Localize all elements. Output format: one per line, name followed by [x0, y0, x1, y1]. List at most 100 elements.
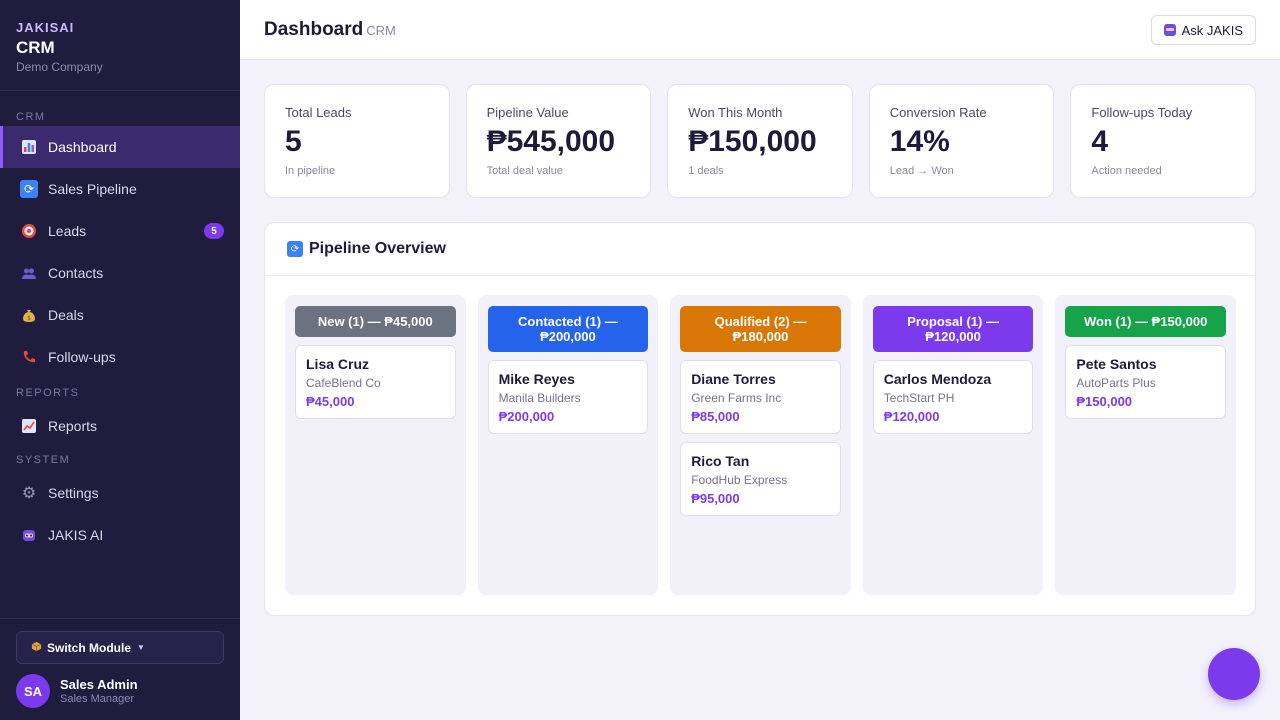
deal-amount: ₱150,000 [1076, 394, 1133, 409]
nav-item-reports[interactable]: Reports [0, 405, 240, 447]
stat-value: 14% [889, 125, 950, 158]
sidebar: JAKISAI CRM Demo Company CRM Dashboard ⟳… [0, 0, 240, 720]
page-title-text: Dashboard [264, 19, 364, 40]
pipeline-column-won: Won (1) — ₱150,000 Pete Santos AutoParts… [1055, 295, 1236, 595]
column-header: Qualified (2) — ₱180,000 [680, 306, 841, 352]
user-profile[interactable]: SA Sales Admin Sales Manager [16, 674, 138, 708]
pipeline-board: New (1) — ₱45,000 Lisa Cruz CafeBlend Co… [285, 295, 1236, 595]
pipeline-column-new: New (1) — ₱45,000 Lisa Cruz CafeBlend Co… [285, 295, 466, 595]
nav-section-reports: REPORTS [16, 387, 80, 399]
deal-contact: Lisa Cruz [306, 356, 370, 372]
caret-down-icon: ▼ [137, 643, 145, 652]
stat-label: Won This Month [688, 105, 783, 120]
robot-icon [1163, 24, 1176, 36]
deal-card[interactable]: Carlos Mendoza TechStart PH ₱120,000 [872, 360, 1034, 434]
nav-label: Contacts [48, 265, 104, 281]
ask-jakis-label: Ask JAKIS [1181, 22, 1243, 38]
money-bag-icon: $ [20, 306, 38, 324]
floating-action-button[interactable] [1208, 648, 1260, 700]
nav-label: JAKIS AI [48, 527, 104, 543]
nav-section-system: SYSTEM [16, 454, 71, 466]
stat-note: Lead → Won [889, 165, 954, 177]
company-name: Demo Company [16, 60, 103, 74]
deal-company: AutoParts Plus [1076, 376, 1156, 390]
deal-amount: ₱95,000 [691, 491, 740, 506]
people-icon [20, 264, 38, 282]
deal-company: Manila Builders [498, 391, 581, 405]
nav-label: Deals [48, 307, 84, 323]
deal-card[interactable]: Rico Tan FoodHub Express ₱95,000 [680, 442, 841, 516]
panel-header: ⟳ Pipeline Overview [265, 223, 1255, 276]
phone-icon [20, 348, 38, 366]
ask-jakis-button[interactable]: Ask JAKIS [1150, 15, 1256, 45]
sidebar-footer: Switch Module ▼ SA Sales Admin Sales Man… [0, 618, 240, 720]
nav-section-crm: CRM [16, 111, 46, 123]
stat-value: 4 [1091, 125, 1109, 158]
nav-label: Settings [48, 485, 99, 501]
deal-contact: Carlos Mendoza [883, 371, 992, 387]
robot-icon [20, 526, 38, 544]
column-header: Won (1) — ₱150,000 [1065, 306, 1226, 337]
deal-contact: Pete Santos [1076, 356, 1157, 372]
deal-amount: ₱120,000 [883, 409, 940, 424]
nav-label: Leads [48, 223, 87, 239]
brand: JAKISAI CRM Demo Company [0, 0, 240, 91]
nav-item-dashboard[interactable]: Dashboard [0, 126, 240, 168]
deal-contact: Mike Reyes [498, 371, 575, 387]
stats-row: Total Leads 5 In pipeline Pipeline Value… [264, 84, 1256, 198]
deal-contact: Rico Tan [691, 453, 750, 469]
brand-title: CRM [16, 38, 55, 57]
nav-label: Dashboard [48, 139, 117, 155]
deal-company: Green Farms Inc [691, 391, 782, 405]
stat-note: Total deal value [486, 165, 564, 177]
deal-company: TechStart PH [883, 391, 955, 405]
brand-kicker: JAKISAI [16, 20, 75, 35]
pipeline-column-contacted: Contacted (1) — ₱200,000 Mike Reyes Mani… [477, 295, 659, 595]
stat-value: 5 [285, 125, 302, 158]
stat-label: Conversion Rate [889, 105, 987, 120]
nav-item-follow-ups[interactable]: Follow-ups [0, 336, 240, 378]
nav-item-deals[interactable]: $ Deals [0, 294, 240, 336]
nav-item-leads[interactable]: Leads 5 [0, 210, 240, 252]
stat-card-follow-ups-today: Follow-ups Today 4 Action needed [1070, 84, 1256, 198]
target-icon [20, 222, 38, 240]
refresh-icon: ⟳ [287, 241, 303, 257]
stat-label: Pipeline Value [486, 105, 569, 120]
nav-item-contacts[interactable]: Contacts [0, 252, 240, 294]
nav-label: Follow-ups [48, 349, 116, 365]
pipeline-column-qualified: Qualified (2) — ₱180,000 Diane Torres Gr… [670, 295, 851, 595]
nav-item-sales-pipeline[interactable]: ⟳ Sales Pipeline [0, 168, 240, 210]
pipeline-overview-panel: ⟳ Pipeline Overview New (1) — ₱45,000 Li… [264, 222, 1256, 616]
leads-count-badge: 5 [204, 223, 224, 239]
stat-card-won-this-month: Won This Month ₱150,000 1 deals [667, 84, 853, 198]
stat-value: ₱150,000 [688, 125, 817, 158]
stat-value: ₱545,000 [486, 125, 616, 158]
switch-module-label: Switch Module [47, 640, 131, 655]
column-header: Proposal (1) — ₱120,000 [872, 306, 1034, 352]
stat-label: Follow-ups Today [1091, 105, 1193, 120]
user-name: Sales Admin [60, 677, 138, 692]
deal-card[interactable]: Diane Torres Green Farms Inc ₱85,000 [680, 360, 841, 434]
column-header: New (1) — ₱45,000 [295, 306, 456, 337]
deal-card[interactable]: Pete Santos AutoParts Plus ₱150,000 [1065, 345, 1226, 419]
deal-amount: ₱85,000 [691, 409, 740, 424]
column-header: Contacted (1) — ₱200,000 [487, 306, 649, 352]
nav-label: Reports [48, 418, 98, 434]
deal-card[interactable]: Lisa Cruz CafeBlend Co ₱45,000 [295, 345, 456, 419]
refresh-icon: ⟳ [20, 180, 38, 198]
switch-module-button[interactable]: Switch Module ▼ [16, 631, 224, 664]
nav-item-settings[interactable]: ⚙ Settings [0, 472, 240, 514]
package-icon [31, 641, 42, 655]
nav-item-jakis-ai[interactable]: JAKIS AI [0, 514, 240, 556]
deal-card[interactable]: Mike Reyes Manila Builders ₱200,000 [487, 360, 649, 434]
page-title: Dashboard CRM [264, 19, 396, 41]
avatar: SA [16, 674, 50, 708]
stat-card-conversion-rate: Conversion Rate 14% Lead → Won [868, 84, 1055, 198]
stat-note: In pipeline [285, 165, 336, 177]
stat-note: Action needed [1091, 165, 1162, 177]
deal-amount: ₱200,000 [498, 409, 555, 424]
svg-text:$: $ [27, 315, 31, 322]
nav-label: Sales Pipeline [48, 181, 137, 197]
deal-company: FoodHub Express [691, 473, 788, 487]
deal-company: CafeBlend Co [306, 376, 381, 390]
